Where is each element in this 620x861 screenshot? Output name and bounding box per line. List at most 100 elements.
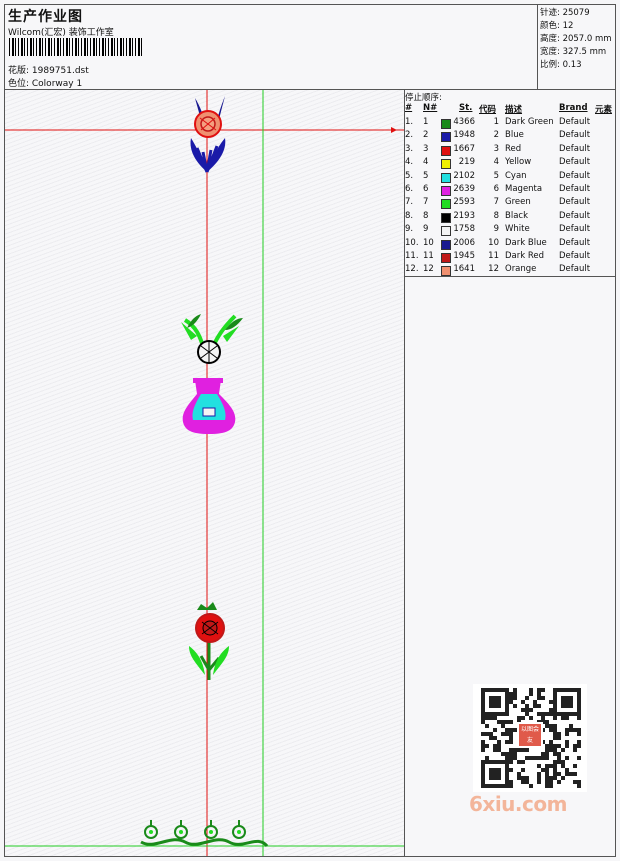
colorway-name: 色位: Colorway 1 bbox=[8, 79, 83, 89]
row-description: Orange bbox=[505, 264, 537, 275]
color-swatch bbox=[441, 132, 451, 143]
column-header-element: 元素 bbox=[595, 105, 613, 115]
row-code: 2 bbox=[493, 130, 499, 141]
row-needle: 12 bbox=[423, 264, 434, 275]
column-header-description: 描述 bbox=[505, 105, 523, 115]
row-stitches: 1945 bbox=[453, 251, 475, 261]
table-row: 5. 5 2102 5 Cyan Default bbox=[405, 171, 615, 184]
row-needle: 2 bbox=[423, 130, 429, 141]
barcode bbox=[9, 38, 143, 56]
stat-value: 2057.0 mm bbox=[562, 34, 612, 44]
row-index: 5. bbox=[405, 170, 414, 181]
row-brand: Default bbox=[559, 197, 591, 208]
row-code: 10 bbox=[488, 237, 499, 248]
row-stitches: 1667 bbox=[453, 143, 475, 154]
stat-width: 宽度: 327.5 mm bbox=[540, 45, 606, 57]
column-header-needle: N# bbox=[423, 103, 438, 113]
color-swatch bbox=[441, 239, 451, 250]
guide-arrow bbox=[391, 127, 397, 133]
stat-scale: 比例: 0.13 bbox=[540, 58, 582, 70]
row-brand: Default bbox=[559, 184, 591, 194]
row-index: 8. bbox=[405, 210, 414, 221]
row-description: Dark Red bbox=[505, 251, 545, 261]
column-header-stitches: St. bbox=[459, 103, 473, 113]
column-header-index: # bbox=[405, 103, 413, 113]
row-needle: 5 bbox=[423, 170, 429, 181]
color-swatch bbox=[441, 172, 451, 183]
color-sequence-panel: 停止顺序: # N# St. 代码 描述 Brand 元素 1. 1 4 3 6 6 1 Da… bbox=[405, 90, 615, 856]
table-row: 11. 11 1945 11 Dark Red Default bbox=[405, 251, 615, 264]
table-row: 6. 6 2639 6 Magenta Default bbox=[405, 184, 615, 197]
row-needle: 6 bbox=[423, 184, 429, 194]
stat-value: 0.13 bbox=[562, 60, 582, 70]
vase-motif bbox=[181, 314, 243, 434]
row-index: 4. bbox=[405, 157, 414, 168]
company-name: Wilcom(汇宏) 装饰工作室 bbox=[8, 28, 114, 38]
stat-label: 宽度: bbox=[540, 47, 560, 57]
column-header-code: 代码 bbox=[479, 105, 497, 115]
row-description: Green bbox=[505, 197, 531, 208]
row-index: 7. bbox=[405, 197, 414, 208]
row-stitches: 219 bbox=[458, 157, 475, 168]
stat-value: 25079 bbox=[562, 8, 590, 18]
row-brand: Default bbox=[559, 130, 591, 141]
row-stitches: 2593 bbox=[453, 197, 475, 208]
stop-sequence-label: 停止顺序: bbox=[405, 93, 442, 103]
top-flower-motif bbox=[190, 96, 226, 173]
color-swatch bbox=[441, 226, 451, 237]
row-stitches: 1641 bbox=[453, 264, 475, 275]
row-description: Black bbox=[505, 210, 528, 221]
row-needle: 7 bbox=[423, 197, 429, 208]
row-index: 9. bbox=[405, 224, 414, 235]
row-brand: Default bbox=[559, 170, 591, 181]
row-needle: 8 bbox=[423, 210, 429, 221]
stat-label: 颜色: bbox=[540, 21, 560, 31]
row-index: 2. bbox=[405, 130, 414, 141]
row-brand: Default bbox=[559, 264, 591, 275]
color-swatch bbox=[441, 119, 451, 129]
border-motif bbox=[140, 820, 269, 848]
stat-label: 比例: bbox=[540, 60, 560, 70]
stat-label: 针迹: bbox=[540, 8, 560, 18]
color-swatch bbox=[441, 253, 451, 263]
row-code: 5 bbox=[493, 170, 499, 181]
row-code: 8 bbox=[493, 210, 499, 221]
color-swatch bbox=[441, 186, 451, 196]
row-code: 3 bbox=[493, 143, 499, 154]
row-code: 11 bbox=[488, 251, 499, 261]
row-description: White bbox=[505, 224, 530, 235]
embroidery-preview bbox=[5, 90, 404, 856]
row-index: 1. bbox=[405, 117, 414, 127]
table-header: # N# St. 代码 描述 Brand 元素 bbox=[405, 103, 615, 115]
row-brand: Default bbox=[559, 143, 591, 154]
table-row: 9. 9 1758 9 White Default bbox=[405, 224, 615, 237]
row-code: 9 bbox=[493, 224, 499, 235]
row-code: 6 bbox=[493, 184, 499, 194]
row-stitches: 2639 bbox=[453, 184, 475, 194]
row-description: Red bbox=[505, 143, 522, 154]
row-brand: Default bbox=[559, 251, 591, 261]
row-needle: 4 bbox=[423, 157, 429, 168]
row-stitches: 2102 bbox=[453, 170, 475, 181]
row-stitches: 2193 bbox=[453, 210, 475, 221]
page-title: 生产作业图 bbox=[8, 9, 83, 25]
stats-panel: 针迹: 25079 颜色: 12 高度: 2057.0 mm 宽度: 327.5… bbox=[537, 5, 616, 89]
row-needle: 1 bbox=[423, 117, 429, 127]
stat-value: 12 bbox=[562, 21, 574, 31]
row-description: Dark Blue bbox=[505, 237, 547, 248]
stat-stitches: 针迹: 25079 bbox=[540, 6, 590, 18]
row-brand: Default bbox=[559, 210, 591, 221]
table-row: 3. 3 1667 3 Red Default bbox=[405, 144, 615, 157]
column-header-brand: Brand bbox=[559, 103, 588, 113]
table-divider bbox=[405, 276, 615, 277]
row-index: 12. bbox=[405, 264, 419, 275]
table-row: 8. 8 2193 8 Black Default bbox=[405, 211, 615, 224]
row-stitches: 1948 bbox=[453, 130, 475, 141]
watermark-text: 6xiu.com bbox=[469, 792, 567, 816]
row-code: 1 bbox=[493, 117, 499, 127]
row-stitches: 1758 bbox=[453, 224, 475, 235]
color-swatch bbox=[441, 212, 451, 223]
row-needle: 9 bbox=[423, 224, 429, 235]
row-index: 6. bbox=[405, 184, 414, 194]
design-file-name: 花版: 1989751.dst bbox=[8, 66, 89, 76]
